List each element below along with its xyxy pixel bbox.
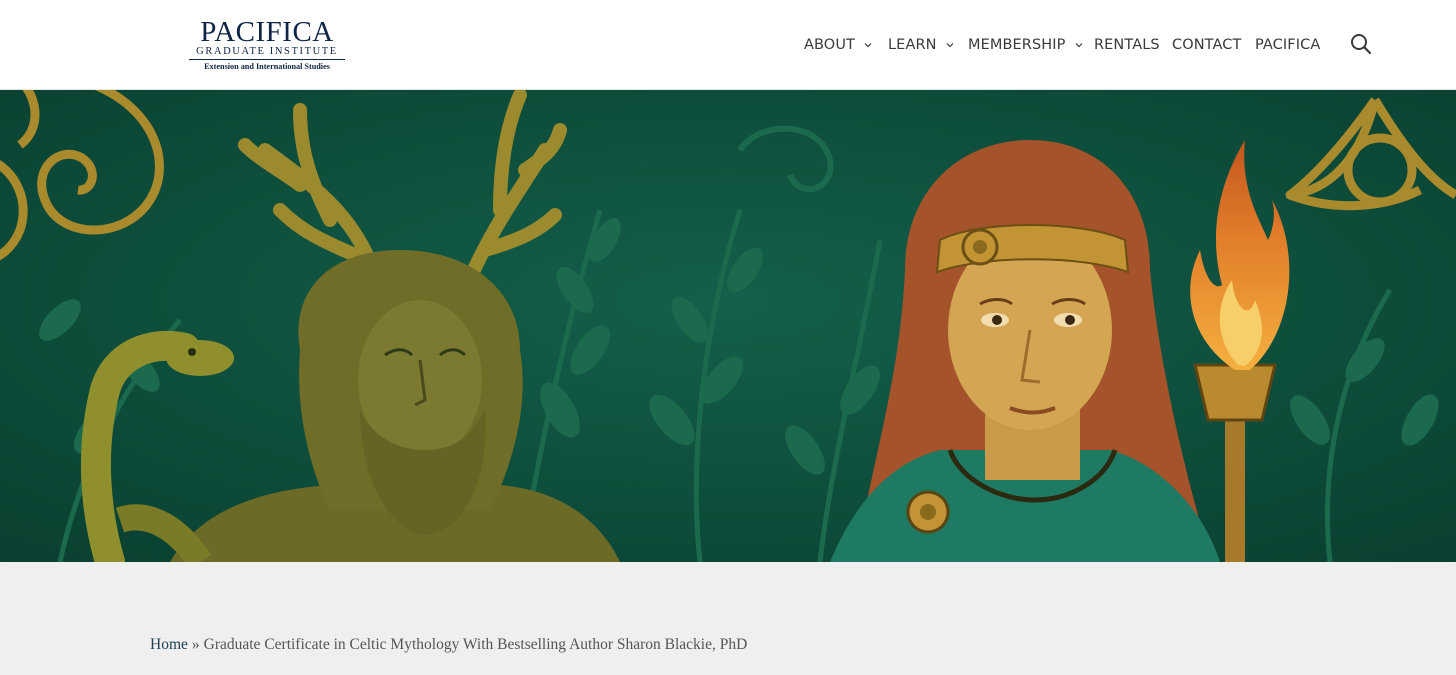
- chevron-down-icon: [946, 43, 954, 48]
- hero-image: [0, 90, 1456, 562]
- chevron-down-icon: [864, 43, 872, 48]
- nav-label: LEARN: [888, 37, 937, 53]
- breadcrumb-current: Graduate Certificate in Celtic Mythology…: [203, 636, 748, 653]
- nav-item-pacifica[interactable]: PACIFICA: [1255, 34, 1320, 56]
- nav-label: ABOUT: [804, 37, 855, 53]
- breadcrumb-home-link[interactable]: Home: [150, 636, 188, 653]
- logo-tagline: Extension and International Studies: [204, 62, 330, 71]
- nav-label: PACIFICA: [1255, 37, 1321, 53]
- nav-item-rentals[interactable]: RENTALS: [1094, 34, 1160, 56]
- nav-label: RENTALS: [1094, 37, 1160, 53]
- logo-name: PACIFICA: [200, 16, 334, 48]
- nav-item-learn[interactable]: LEARN: [888, 34, 955, 56]
- search-icon[interactable]: [1349, 32, 1373, 56]
- breadcrumb: Home» Graduate Certificate in Celtic Myth…: [150, 636, 747, 656]
- nav-item-membership[interactable]: MEMBERSHIP: [968, 34, 1084, 56]
- logo-subtitle: GRADUATE INSTITUTE: [196, 46, 338, 57]
- nav-label: MEMBERSHIP: [968, 37, 1066, 53]
- nav-item-contact[interactable]: CONTACT: [1172, 34, 1241, 56]
- logo-rule: [189, 59, 345, 60]
- pacifica-logo[interactable]: PACIFICA GRADUATE INSTITUTE Extension an…: [189, 18, 345, 74]
- chevron-down-icon: [1075, 43, 1082, 48]
- nav-label: CONTACT: [1172, 37, 1242, 53]
- site-header: PACIFICA GRADUATE INSTITUTE Extension an…: [0, 0, 1456, 90]
- celtic-illustration: [0, 90, 1456, 562]
- nav-item-about[interactable]: ABOUT: [804, 34, 873, 56]
- breadcrumb-separator: »: [191, 636, 200, 653]
